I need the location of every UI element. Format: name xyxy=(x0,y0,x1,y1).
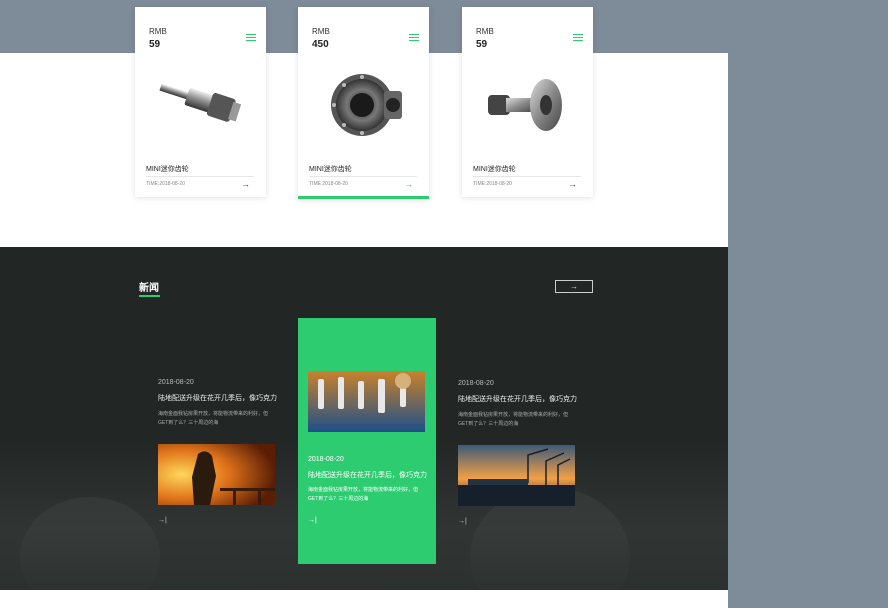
side-gutter xyxy=(728,0,888,608)
news-section: 新闻 → 2018-08-20 陆地配送升级在花开几季后，像巧克力 海南金面我钻… xyxy=(0,247,728,590)
menu-icon[interactable] xyxy=(246,34,256,42)
section-title: 新闻 xyxy=(139,283,159,294)
product-name: MINI迷你齿轮 xyxy=(473,166,516,173)
product-name: MINI迷你齿轮 xyxy=(309,166,352,173)
news-date: 2018-08-20 xyxy=(458,380,494,387)
read-more-arrow-icon[interactable]: →| xyxy=(458,518,467,525)
product-time: TIME:2018-08-20 xyxy=(146,181,185,187)
page: RMB 59 MINI迷你齿轮 TIME:2018-08-20 → RMB 45… xyxy=(0,0,728,608)
product-card[interactable]: RMB 59 MINI迷你齿轮 TIME:2018-08-20 → xyxy=(462,7,593,197)
divider xyxy=(309,176,417,177)
news-date: 2018-08-20 xyxy=(158,379,194,386)
featured-news-card[interactable]: 2018-08-20 陆地配送升级在花开几季后，像巧克力 海南金面我钻房果开放，… xyxy=(298,318,436,564)
currency-label: RMB xyxy=(312,27,330,36)
read-more-arrow-icon[interactable]: →| xyxy=(308,517,317,524)
foundry-worker-image[interactable] xyxy=(158,444,275,505)
news-description: 海南金面我钻房果开放，将能物流带来的利好，但GET到了么？三十周边的海 xyxy=(158,411,269,426)
harbor-cranes-image[interactable] xyxy=(458,445,575,506)
news-date: 2018-08-20 xyxy=(308,456,344,463)
arrow-right-icon[interactable]: → xyxy=(568,179,577,189)
arrow-right-icon[interactable]: → xyxy=(241,179,250,189)
divider xyxy=(146,176,254,177)
product-name: MINI迷你齿轮 xyxy=(146,166,189,173)
currency-label: RMB xyxy=(149,27,167,36)
gear-housing-image xyxy=(331,74,402,136)
beer-taps-image xyxy=(308,371,425,432)
product-card-active[interactable]: RMB 450 MINI迷你齿轮 TIME:2018-08-20 → xyxy=(298,7,429,199)
price-value: 450 xyxy=(312,39,329,50)
product-card[interactable]: RMB 59 MINI迷你齿轮 TIME:2018-08-20 → xyxy=(135,7,266,197)
product-time: TIME:2018-08-20 xyxy=(473,181,512,187)
news-description: 海南金面我钻房果开放，将能物流带来的利好，但GET到了么？三十周边的海 xyxy=(458,412,569,427)
shaft-flange-image xyxy=(488,79,562,131)
gear-tool-image xyxy=(159,83,242,122)
footer-strip xyxy=(0,590,728,608)
news-headline[interactable]: 陆地配送升级在花开几季后，像巧克力 xyxy=(158,393,277,403)
news-headline[interactable]: 陆地配送升级在花开几季后，像巧克力 xyxy=(458,394,577,404)
divider xyxy=(473,176,581,177)
news-headline[interactable]: 陆地配送升级在花开几季后，像巧克力 xyxy=(308,470,427,480)
price-value: 59 xyxy=(476,39,488,50)
title-underline xyxy=(139,295,160,297)
more-news-button[interactable]: → xyxy=(555,280,593,293)
currency-label: RMB xyxy=(476,27,494,36)
product-time: TIME:2018-08-20 xyxy=(309,181,348,187)
price-value: 59 xyxy=(149,39,161,50)
menu-icon[interactable] xyxy=(573,34,583,42)
news-description: 海南金面我钻房果开放，将能物流带来的利好，但GET到了么？三十周边的海 xyxy=(308,487,419,502)
menu-icon[interactable] xyxy=(409,34,419,42)
arrow-right-icon[interactable]: → xyxy=(404,179,413,189)
read-more-arrow-icon[interactable]: →| xyxy=(158,517,167,524)
